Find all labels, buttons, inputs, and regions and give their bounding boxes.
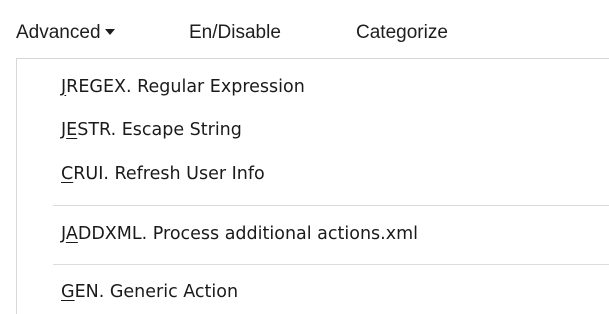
menu-item-gen-mnemonic: G — [61, 282, 75, 302]
menu-item-jregex[interactable]: JREGEX. Regular Expression — [61, 73, 305, 101]
menu-item-crui-mnemonic: C — [61, 164, 74, 184]
menu-item-jestr[interactable]: JESTR. Escape String — [61, 116, 242, 144]
menu-advanced-label: Advanced — [16, 22, 101, 43]
menu-item-jaddxml-label: DDXML. Process additional actions.xml — [77, 224, 418, 244]
menu-item-jregex-label: REGEX. Regular Expression — [66, 77, 305, 97]
advanced-dropdown-menu: JREGEX. Regular Expression JESTR. Escape… — [16, 58, 609, 314]
caret-down-icon — [104, 29, 115, 35]
menu-separator — [53, 205, 609, 206]
menu-item-jaddxml[interactable]: JADDXML. Process additional actions.xml — [61, 220, 418, 248]
menu-item-jaddxml-mnemonic: A — [65, 224, 78, 244]
menu-item-jestr-label: STR. Escape String — [77, 120, 242, 140]
menu-advanced[interactable]: Advanced — [16, 20, 115, 46]
menu-endisable[interactable]: En/Disable — [189, 20, 281, 46]
menu-item-gen-label: EN. Generic Action — [74, 282, 239, 302]
menu-item-crui[interactable]: CRUI. Refresh User Info — [61, 160, 265, 188]
menu-categorize[interactable]: Categorize — [356, 20, 448, 46]
menu-item-jestr-mnemonic: E — [66, 120, 78, 140]
menu-item-crui-label: RUI. Refresh User Info — [73, 164, 265, 184]
menu-separator — [53, 264, 609, 265]
menu-item-gen[interactable]: GEN. Generic Action — [61, 278, 238, 306]
